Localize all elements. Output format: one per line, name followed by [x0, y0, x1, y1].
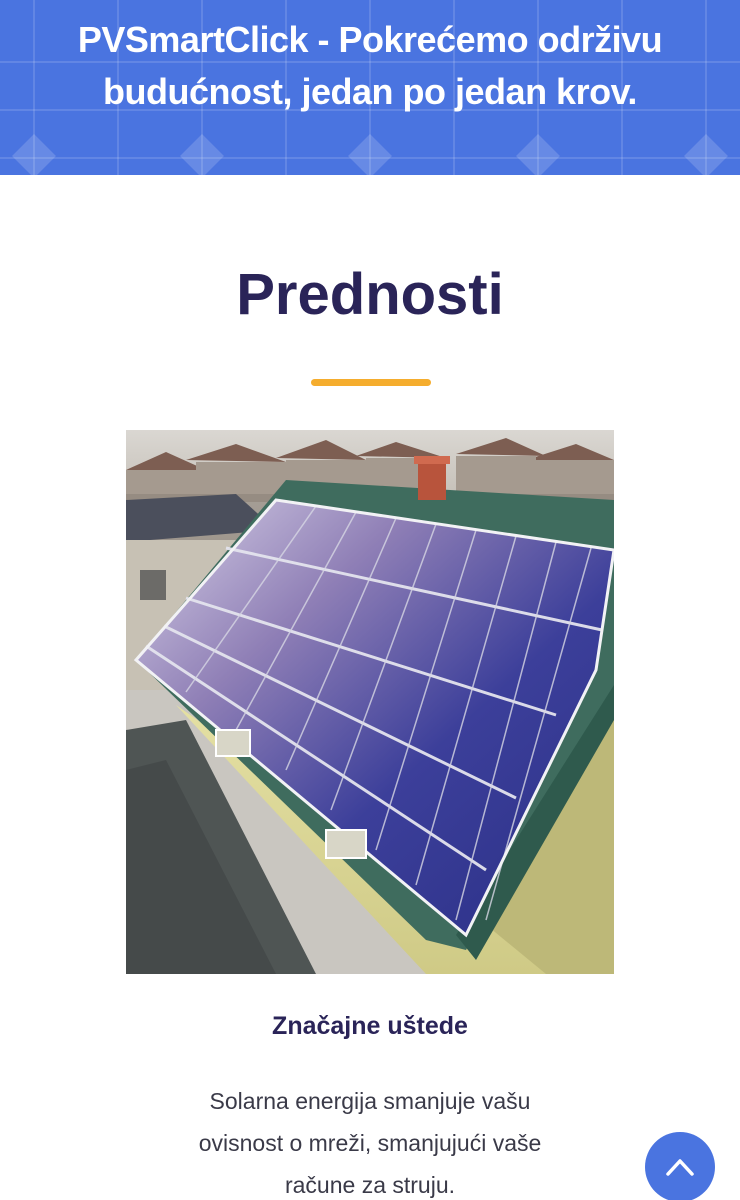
hero-title: PVSmartClick - Pokrećemo održivu budućno… — [77, 19, 663, 112]
title-divider — [311, 379, 431, 386]
feature-title: Značajne uštede — [272, 1012, 468, 1040]
solar-roof-photo — [126, 430, 614, 974]
scroll-to-top-button[interactable] — [645, 1132, 715, 1200]
hero-banner: PVSmartClick - Pokrećemo održivu budućno… — [0, 0, 740, 175]
section-title: Prednosti — [236, 262, 504, 327]
chevron-up-icon — [666, 1159, 694, 1176]
feature-description: Solarna energija smanjuje vašu ovisnost … — [198, 1088, 542, 1198]
solar-panels-illustration — [126, 430, 614, 974]
